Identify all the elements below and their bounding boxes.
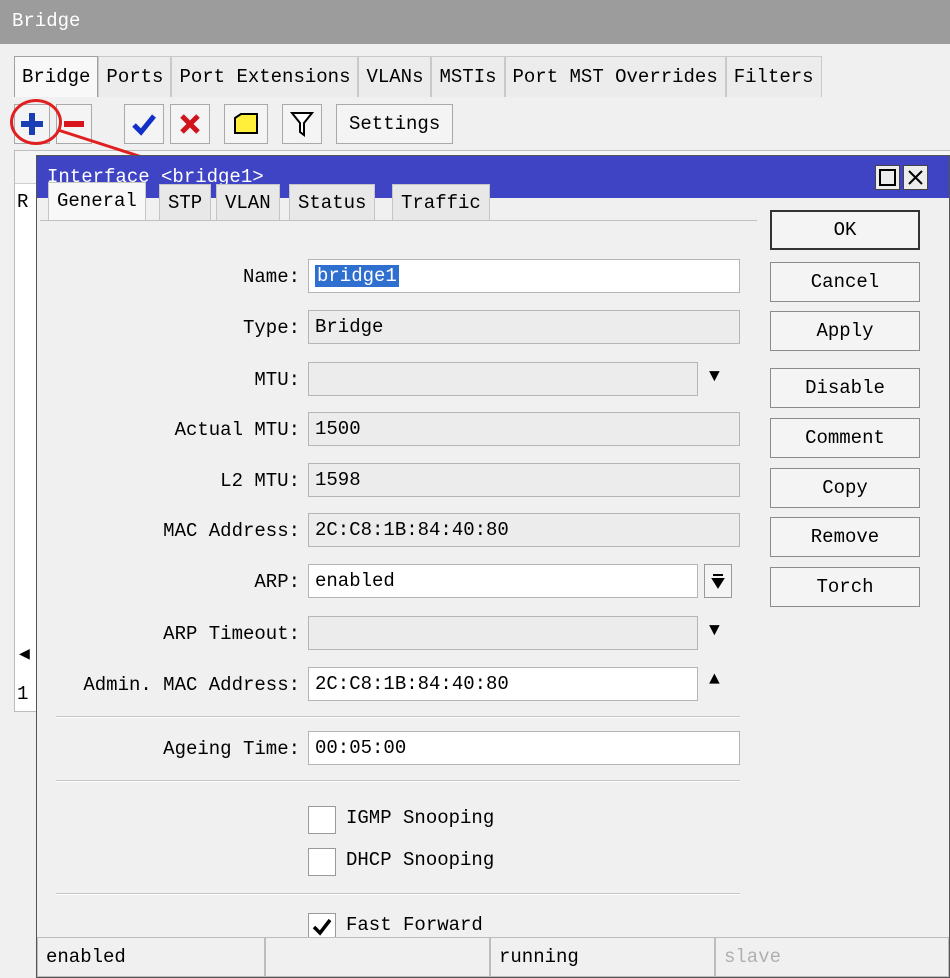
bridge-list-count: 1 — [17, 683, 29, 705]
tab-mstis[interactable]: MSTIs — [431, 56, 505, 97]
type-field: Bridge — [308, 310, 740, 344]
dhcp-snooping-checkbox[interactable] — [308, 848, 336, 876]
mac-address-field: 2C:C8:1B:84:40:80 — [308, 513, 740, 547]
ageing-time-field[interactable]: 00:05:00 — [308, 731, 740, 765]
name-label: Name: — [242, 266, 300, 288]
status-running: running — [490, 937, 715, 977]
cancel-button[interactable]: Cancel — [770, 262, 920, 302]
bridge-tab-bar: Bridge Ports Port Extensions VLANs MSTIs… — [14, 56, 822, 97]
arp-label: ARP: — [254, 571, 300, 593]
mac-address-label: MAC Address: — [163, 520, 300, 542]
separator — [56, 893, 740, 895]
bridge-window-titlebar[interactable]: Bridge — [0, 0, 950, 44]
x-icon — [180, 114, 200, 134]
plus-icon — [21, 113, 43, 135]
separator — [56, 780, 740, 782]
interface-dialog: Interface <bridge1> General STP VLAN Sta… — [36, 155, 950, 978]
minus-icon — [64, 121, 84, 127]
enable-button[interactable] — [124, 104, 164, 144]
add-button[interactable] — [14, 104, 50, 144]
tab-bridge[interactable]: Bridge — [14, 56, 99, 97]
status-slave: slave — [715, 937, 949, 977]
arp-timeout-field[interactable] — [308, 616, 698, 650]
ageing-time-label: Ageing Time: — [163, 738, 300, 760]
l2-mtu-field: 1598 — [308, 463, 740, 497]
mtu-field[interactable] — [308, 362, 698, 396]
l2-mtu-label: L2 MTU: — [220, 470, 300, 492]
actual-mtu-field: 1500 — [308, 412, 740, 446]
tab-general[interactable]: General — [48, 182, 146, 220]
bridge-window-title: Bridge — [12, 10, 81, 32]
admin-mac-field[interactable]: 2C:C8:1B:84:40:80 — [308, 667, 698, 701]
close-icon — [908, 170, 923, 185]
filter-button[interactable] — [282, 104, 322, 144]
status-enabled: enabled — [37, 937, 265, 977]
tab-ports[interactable]: Ports — [98, 56, 172, 97]
status-bar: enabled running slave — [37, 937, 949, 977]
maximize-icon — [879, 169, 896, 186]
tab-traffic[interactable]: Traffic — [392, 184, 490, 220]
separator — [56, 716, 740, 718]
general-panel: Name: bridge1 Type: Bridge MTU: ▼ Actual… — [40, 220, 757, 941]
close-button[interactable] — [903, 165, 928, 190]
admin-mac-collapse-icon[interactable]: ▲ — [709, 671, 720, 689]
remove-button[interactable]: Remove — [770, 517, 920, 557]
maximize-button[interactable] — [875, 165, 900, 190]
funnel-icon — [290, 112, 314, 137]
arp-timeout-label: ARP Timeout: — [163, 623, 300, 645]
comment-button[interactable] — [224, 104, 268, 144]
ok-button[interactable]: OK — [770, 210, 920, 250]
igmp-snooping-label: IGMP Snooping — [346, 807, 495, 829]
tab-filters[interactable]: Filters — [725, 56, 822, 97]
name-field[interactable]: bridge1 — [308, 259, 740, 293]
fast-forward-label: Fast Forward — [346, 914, 483, 936]
tab-vlan[interactable]: VLAN — [216, 184, 280, 220]
tab-vlans[interactable]: VLANs — [358, 56, 432, 97]
tab-status[interactable]: Status — [289, 184, 376, 220]
dhcp-snooping-label: DHCP Snooping — [346, 849, 495, 871]
tab-port-extensions[interactable]: Port Extensions — [171, 56, 359, 97]
note-icon — [234, 113, 258, 134]
arp-select[interactable]: enabled — [308, 564, 698, 598]
disable-button[interactable] — [170, 104, 210, 144]
scroll-left-icon[interactable]: ◀ — [19, 643, 30, 665]
dropdown-arrow-icon — [711, 574, 725, 589]
copy-button[interactable]: Copy — [770, 468, 920, 508]
comment-button[interactable]: Comment — [770, 418, 920, 458]
apply-button[interactable]: Apply — [770, 311, 920, 351]
actual-mtu-label: Actual MTU: — [174, 419, 300, 441]
mtu-label: MTU: — [254, 369, 300, 391]
igmp-snooping-checkbox[interactable] — [308, 806, 336, 834]
name-value: bridge1 — [315, 265, 399, 287]
bridge-list-row[interactable]: R — [17, 191, 28, 213]
admin-mac-label: Admin. MAC Address: — [83, 674, 300, 696]
mtu-expand-icon[interactable]: ▼ — [709, 368, 720, 386]
check-icon — [132, 114, 156, 136]
arp-timeout-expand-icon[interactable]: ▼ — [709, 622, 720, 640]
torch-button[interactable]: Torch — [770, 567, 920, 607]
arp-dropdown-button[interactable] — [704, 564, 732, 598]
status-empty — [265, 937, 490, 977]
checkmark-icon — [312, 918, 332, 936]
tab-port-mst-overrides[interactable]: Port MST Overrides — [504, 56, 726, 97]
settings-button[interactable]: Settings — [336, 104, 454, 144]
tab-stp[interactable]: STP — [159, 184, 212, 220]
remove-button[interactable] — [56, 104, 92, 144]
type-label: Type: — [242, 317, 300, 339]
disable-button[interactable]: Disable — [770, 368, 920, 408]
